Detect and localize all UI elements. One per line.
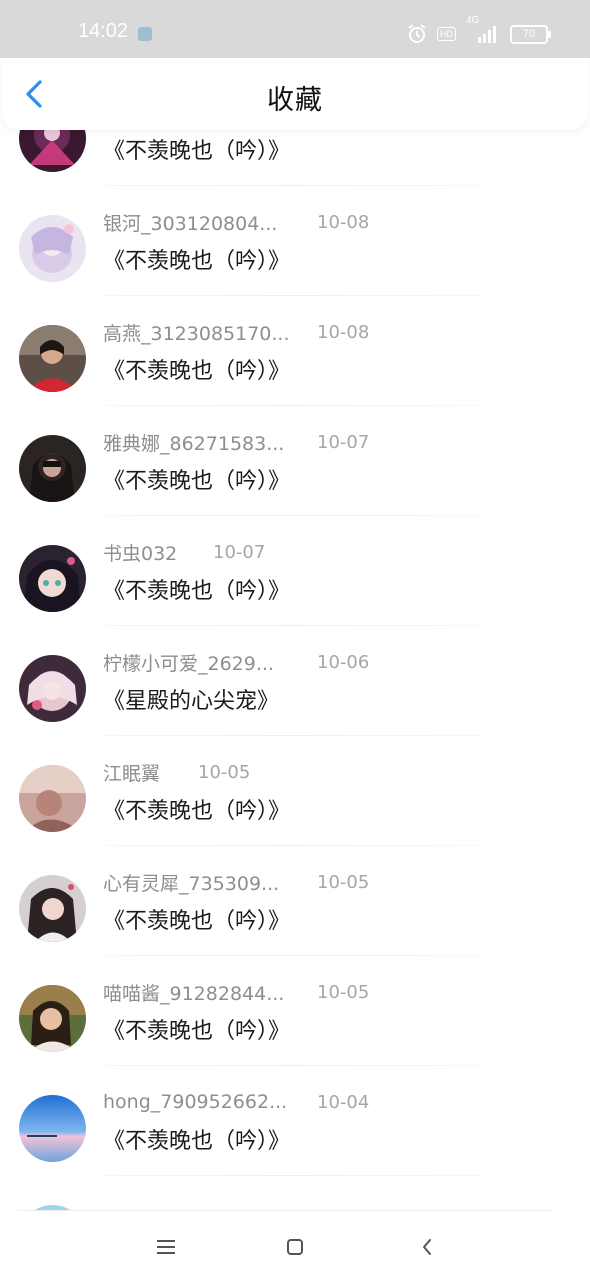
avatar [19,875,86,942]
item-date: 10-04 [317,1091,370,1113]
book-title: 《星殿的心尖宠》 [103,689,280,714]
divider [105,845,480,846]
book-title: 《不羡晚也（吟）》 [103,1129,291,1154]
avatar [19,655,86,722]
list-item[interactable]: 江眠翼 10-05 《不羡晚也（吟）》 [0,735,590,845]
avatar [19,215,86,282]
avatar [19,545,86,612]
item-date: 10-08 [317,211,370,233]
item-meta: 银河_303120804... 10-08 [103,207,369,237]
avatar [19,1095,86,1162]
list-item[interactable]: 心有灵犀_735309... 10-05 《不羡晚也（吟）》 [0,845,590,955]
item-date: 10-06 [317,651,370,673]
divider [105,1175,480,1176]
item-date: 10-05 [198,761,251,783]
signal-icon: 4G [466,15,500,44]
list-item[interactable]: 柠檬小可爱_2629... 10-06 《星殿的心尖宠》 [0,625,590,735]
book-title: 《不羡晚也（吟）》 [103,249,291,274]
author-name: 高燕_3123085170... [103,322,290,345]
item-meta: 高燕_3123085170... 10-08 [103,317,369,347]
item-date: 10-05 [317,871,370,893]
author-name: hong_790952662... [103,1091,288,1113]
list-item[interactable]: hong_790952662... 10-04 《不羡晚也（吟）》 [0,1065,590,1175]
notification-icon [138,27,152,41]
menu-button[interactable] [151,1232,181,1262]
item-meta: 心有灵犀_735309... 10-05 [103,867,369,897]
author-name: 银河_303120804... [103,212,278,235]
list-item[interactable]: 高燕_3123085170... 10-08 《不羡晚也（吟）》 [0,295,590,405]
item-meta: 雅典娜_86271583... 10-07 [103,427,369,457]
item-meta: 柠檬小可爱_2629... 10-06 [103,647,369,677]
divider [105,515,480,516]
divider [18,1210,553,1211]
author-name: 心有灵犀_735309... [103,872,280,895]
avatar [19,325,86,392]
avatar [19,985,86,1052]
list-item[interactable]: 银河_303120804... 10-08 《不羡晚也（吟）》 [0,185,590,295]
author-name: 雅典娜_86271583... [103,432,285,455]
book-title: 《不羡晚也（吟）》 [103,909,291,934]
divider [105,735,480,736]
item-meta: 喵喵酱_91282844... 10-05 [103,977,369,1007]
list-item[interactable]: 雅典娜_86271583... 10-07 《不羡晚也（吟）》 [0,405,590,515]
book-title: 《不羡晚也（吟）》 [103,799,291,824]
item-meta: 江眠翼 10-05 [103,757,250,787]
hd-icon: HD [437,27,456,41]
list-item[interactable]: 喵喵酱_91282844... 10-05 《不羡晚也（吟）》 [0,955,590,1065]
divider [105,405,480,406]
divider [105,295,480,296]
status-icons: HD 4G 70 [407,15,551,46]
page-title: 收藏 [267,85,323,116]
alarm-icon [407,24,427,44]
avatar [19,435,86,502]
author-name: 江眠翼 [103,762,161,785]
author-name: 柠檬小可爱_2629... [103,652,274,675]
divider [105,185,480,186]
author-name: 喵喵酱_91282844... [103,982,285,1005]
square-icon [287,1239,303,1255]
item-date: 10-05 [317,981,370,1003]
divider [105,625,480,626]
author-name: 书虫032 [103,542,178,565]
status-bar: 14:02 HD 4G 70 [0,0,590,58]
item-meta: 书虫032 10-07 [103,537,265,567]
avatar [19,765,86,832]
home-button[interactable] [280,1232,310,1262]
back-nav-button[interactable] [412,1232,442,1262]
book-title: 《不羡晚也（吟）》 [103,139,291,164]
network-label: 4G [466,15,480,26]
book-title: 《不羡晚也（吟）》 [103,359,291,384]
system-nav-bar [0,1210,590,1280]
divider [105,955,480,956]
item-meta: hong_790952662... 10-04 [103,1087,369,1117]
divider [105,1065,480,1066]
book-title: 《不羡晚也（吟）》 [103,579,291,604]
item-date: 10-07 [317,431,370,453]
list-item[interactable]: 书虫032 10-07 《不羡晚也（吟）》 [0,515,590,625]
book-title: 《不羡晚也（吟）》 [103,1019,291,1044]
item-date: 10-07 [213,541,266,563]
status-time: 14:02 [78,20,129,42]
menu-icon [157,1240,175,1254]
item-date: 10-08 [317,321,370,343]
battery-icon: 70 [510,24,551,44]
chevron-left-icon [423,1239,431,1255]
book-title: 《不羡晚也（吟）》 [103,469,291,494]
header-bar: 收藏 [2,56,588,130]
